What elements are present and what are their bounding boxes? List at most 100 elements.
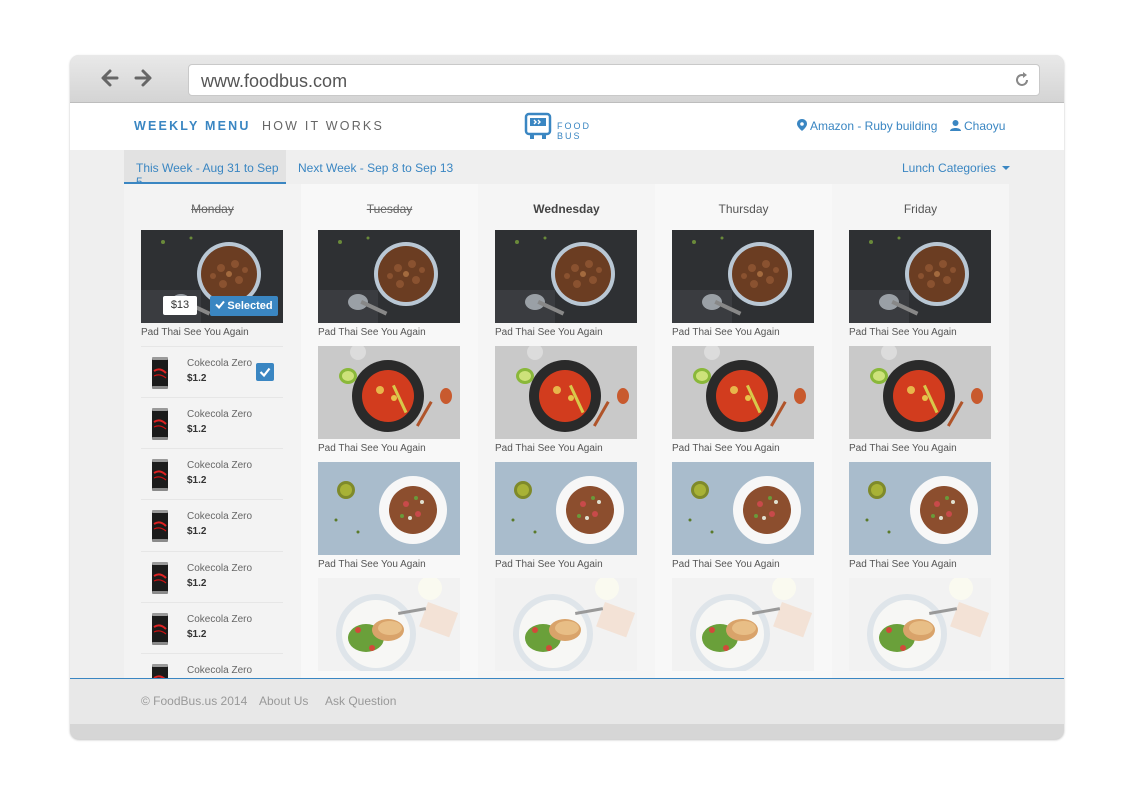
logo-text: FOOD BUS	[557, 122, 591, 141]
dish-card[interactable]: Pad Thai See You Again	[849, 346, 991, 454]
day-title: Monday	[191, 202, 234, 216]
drink-name: Cokecola Zero	[187, 460, 253, 471]
arrow-right-icon[interactable]	[128, 64, 156, 92]
dish-caption: Pad Thai See You Again	[672, 443, 780, 454]
dish-card[interactable]: Pad Thai See You Again	[318, 346, 460, 454]
tab-next-week[interactable]: Next Week - Sep 8 to Sep 13	[298, 161, 453, 175]
lunch-categories-dropdown[interactable]: Lunch Categories	[902, 161, 1011, 175]
arrow-left-icon[interactable]	[97, 64, 125, 92]
day-title: Friday	[903, 202, 938, 216]
dish-card[interactable]: Pad Thai See You Again	[849, 462, 991, 570]
drink-price: $1.2	[187, 373, 207, 384]
day-column-friday: Friday Pad Thai See You Again Pad Thai S…	[832, 184, 1009, 678]
checkmark-icon	[215, 300, 226, 309]
drink-item[interactable]: Cokecola Zero $1.2	[141, 499, 283, 551]
drink-item[interactable]: Cokecola Zero $1.2	[141, 551, 283, 603]
nav-weekly-menu[interactable]: WEEKLY MENU	[134, 119, 251, 133]
drink-name: Cokecola Zero	[187, 358, 253, 369]
checkmark-icon	[259, 367, 271, 378]
nav-how-it-works[interactable]: HOW IT WORKS	[262, 119, 384, 133]
drink-price: $1.2	[187, 526, 207, 537]
dish-caption: Pad Thai See You Again	[672, 327, 780, 338]
dish-card[interactable]: Pad Thai See You Again	[318, 462, 460, 570]
dish-image	[495, 230, 637, 323]
dish-card[interactable]	[495, 578, 637, 671]
page-viewport: WEEKLY MENU HOW IT WORKS FOOD BUS Amazon…	[70, 103, 1064, 724]
day-column-thursday: Thursday Pad Thai See You Again Pad Thai…	[655, 184, 832, 678]
dish-card[interactable]: Pad Thai See You Again	[495, 346, 637, 454]
drink-item[interactable]: Cokecola Zero $1.2	[141, 602, 283, 654]
day-title: Thursday	[718, 202, 769, 216]
dish-card[interactable]: Pad Thai See You Again	[318, 230, 460, 338]
selected-label: Selected	[227, 300, 273, 312]
location-label: Amazon - Ruby building	[810, 119, 938, 133]
soda-can-icon	[151, 560, 169, 596]
day-column-wednesday: Wednesday Pad Thai See You Again Pad Tha…	[478, 184, 655, 678]
soda-can-icon	[151, 662, 169, 678]
dish-image	[495, 346, 637, 439]
dish-image	[318, 346, 460, 439]
dish-caption: Pad Thai See You Again	[495, 327, 603, 338]
footer-copyright: © FoodBus.us 2014	[141, 694, 248, 708]
dish-card[interactable]: Pad Thai See You Again	[672, 230, 814, 338]
dish-caption: Pad Thai See You Again	[318, 559, 426, 570]
dish-caption: Pad Thai See You Again	[672, 559, 780, 570]
drink-checkbox[interactable]	[256, 363, 274, 381]
lunch-categories-label: Lunch Categories	[902, 161, 997, 175]
drink-price: $1.2	[187, 475, 207, 486]
dish-image	[849, 462, 991, 555]
user-name: Chaoyu	[964, 119, 1006, 133]
foodbus-logo[interactable]: FOOD BUS	[523, 109, 603, 143]
selected-button[interactable]: Selected	[210, 296, 278, 316]
dish-caption: Pad Thai See You Again	[849, 443, 957, 454]
drink-item[interactable]: Cokecola Zero	[141, 653, 283, 678]
dish-caption: Pad Thai See You Again	[141, 327, 249, 338]
dish-caption: Pad Thai See You Again	[849, 327, 957, 338]
drink-item[interactable]: Cokecola Zero $1.2	[141, 397, 283, 449]
day-column-monday: Monday $13 Selected Pad Thai See You Aga…	[124, 184, 301, 678]
soda-can-icon	[151, 406, 169, 442]
drink-name: Cokecola Zero	[187, 563, 253, 574]
dish-caption: Pad Thai See You Again	[495, 443, 603, 454]
dish-image	[318, 462, 460, 555]
soda-can-icon	[151, 355, 169, 391]
dish-caption: Pad Thai See You Again	[318, 443, 426, 454]
dish-card[interactable]: Pad Thai See You Again	[495, 230, 637, 338]
reload-icon[interactable]	[1013, 71, 1031, 89]
footer-ask-link[interactable]: Ask Question	[325, 694, 396, 708]
address-bar[interactable]: www.foodbus.com	[188, 64, 1040, 96]
drink-item[interactable]: Cokecola Zero $1.2	[141, 448, 283, 500]
dish-card[interactable]: Pad Thai See You Again	[849, 230, 991, 338]
dish-image	[672, 346, 814, 439]
dish-card[interactable]	[849, 578, 991, 671]
location-link[interactable]: Amazon - Ruby building	[797, 119, 937, 133]
drink-name: Cokecola Zero	[187, 614, 253, 625]
dish-card[interactable]: Pad Thai See You Again	[672, 346, 814, 454]
dish-image	[672, 230, 814, 323]
menu-grid: Monday $13 Selected Pad Thai See You Aga…	[70, 184, 1064, 678]
url-text: www.foodbus.com	[201, 71, 348, 91]
dish-caption: Pad Thai See You Again	[495, 559, 603, 570]
browser-toolbar: www.foodbus.com	[70, 55, 1064, 103]
dish-image	[849, 346, 991, 439]
drink-price: $1.2	[187, 578, 207, 589]
drink-name: Cokecola Zero	[187, 409, 253, 420]
dish-image	[495, 578, 637, 671]
footer-about-link[interactable]: About Us	[259, 694, 308, 708]
dish-image	[318, 230, 460, 323]
map-pin-icon	[797, 119, 807, 131]
dish-card-selected[interactable]: $13 Selected Pad Thai See You Again	[141, 230, 283, 338]
soda-can-icon	[151, 611, 169, 647]
user-menu[interactable]: Chaoyu	[950, 119, 1005, 133]
dish-card[interactable]: Pad Thai See You Again	[672, 462, 814, 570]
site-header: WEEKLY MENU HOW IT WORKS FOOD BUS Amazon…	[70, 103, 1064, 150]
dish-card[interactable]: Pad Thai See You Again	[495, 462, 637, 570]
site-footer: © FoodBus.us 2014 About Us Ask Question	[70, 678, 1064, 724]
dish-card[interactable]	[318, 578, 460, 671]
tab-this-week[interactable]: This Week - Aug 31 to Sep 5	[124, 150, 286, 189]
price-badge: $13	[163, 296, 197, 315]
dish-card[interactable]	[672, 578, 814, 671]
day-title: Wednesday	[533, 202, 600, 216]
day-title: Tuesday	[366, 202, 413, 216]
drink-item[interactable]: Cokecola Zero $1.2	[141, 346, 283, 398]
